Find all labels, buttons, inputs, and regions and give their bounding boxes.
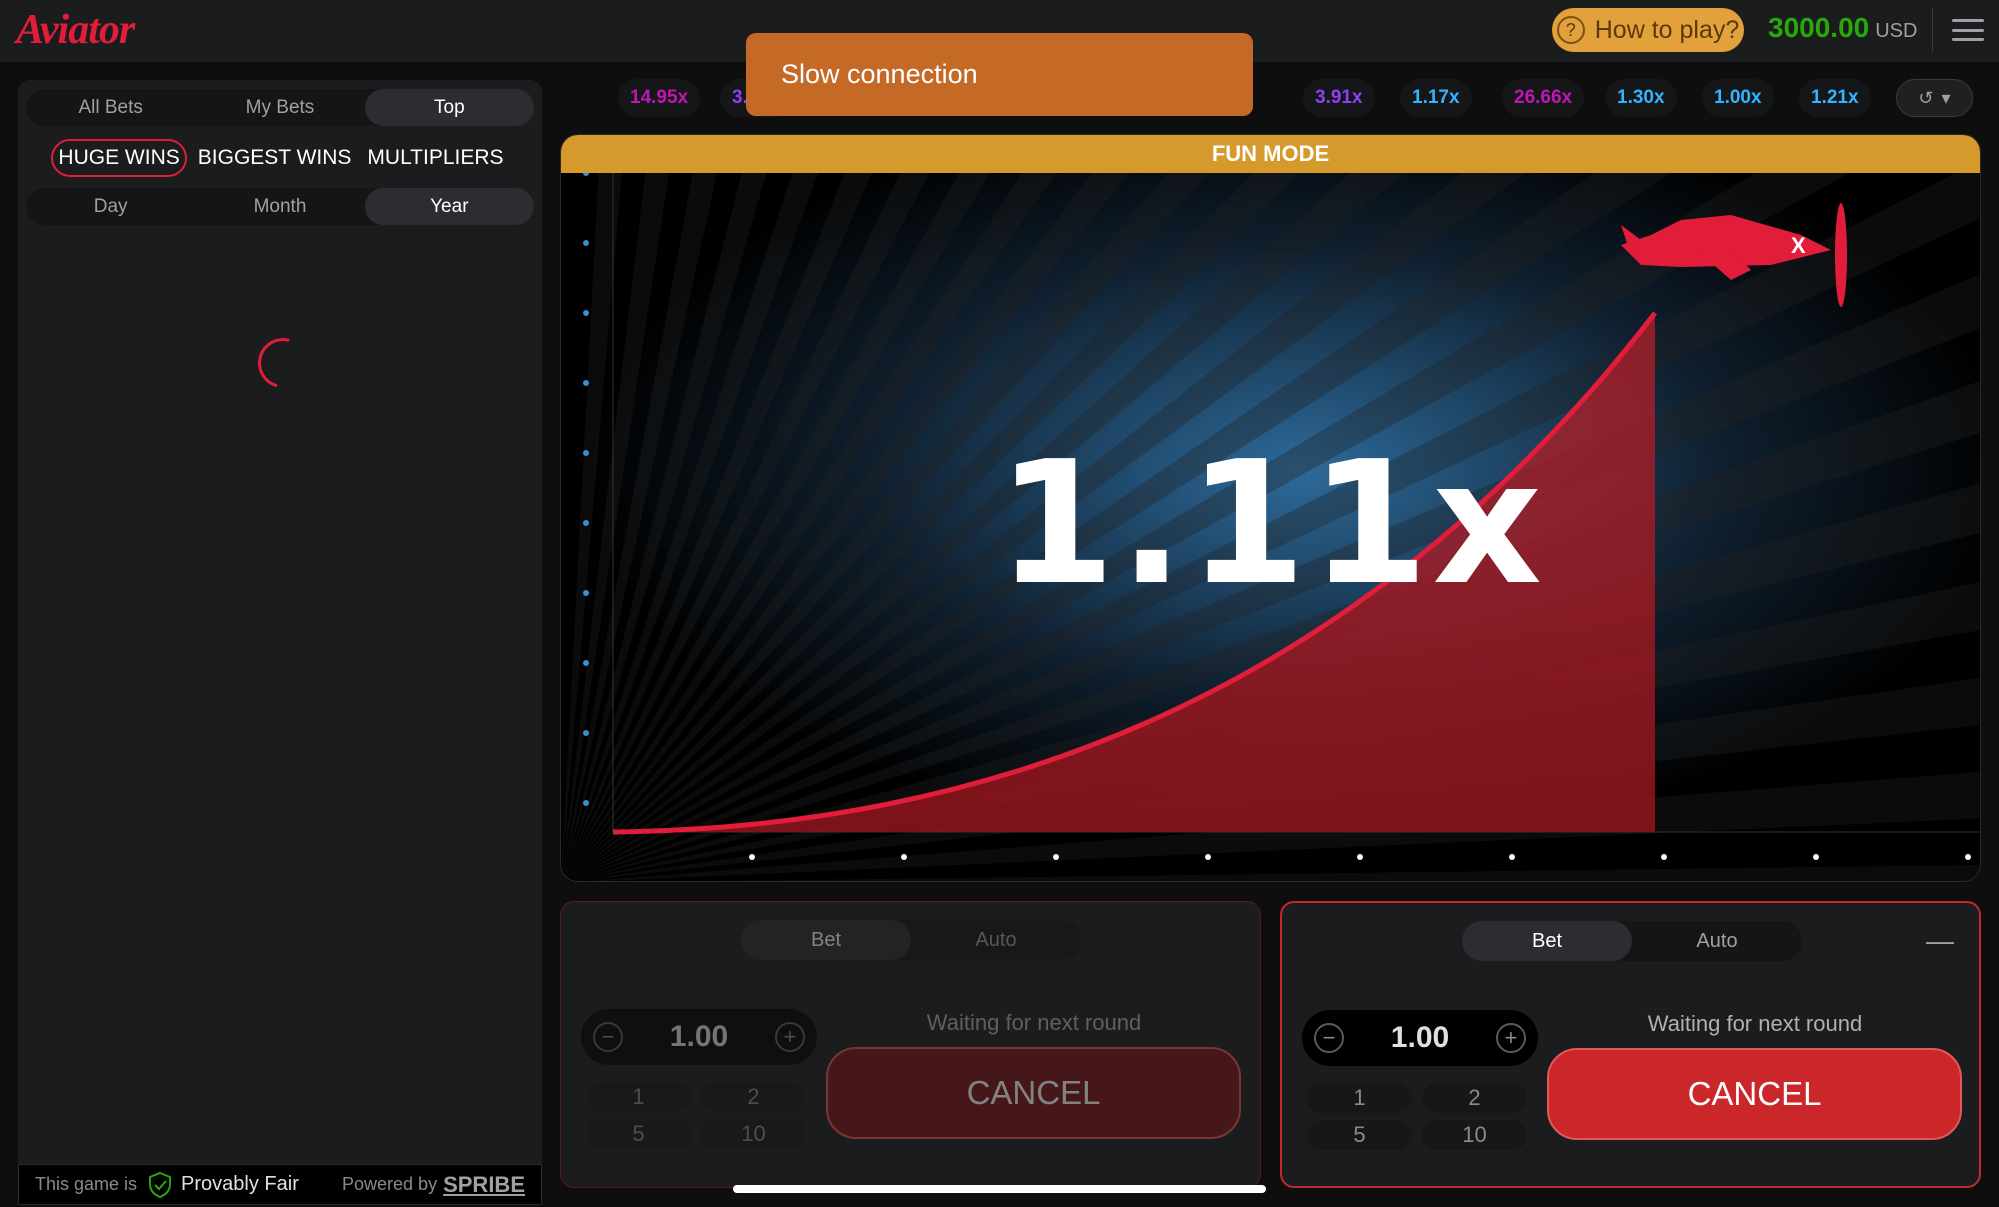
y-dot (583, 730, 589, 736)
quick-amount-1[interactable]: 1 (586, 1082, 691, 1112)
x-dot (749, 854, 755, 860)
bet-mode-tabs: Bet Auto (1462, 921, 1802, 961)
y-dot (583, 240, 589, 246)
quick-amount-1[interactable]: 1 (1307, 1083, 1412, 1113)
balance: 3000.00 USD (1768, 12, 1917, 44)
y-dot (583, 310, 589, 316)
period-month[interactable]: Month (195, 188, 364, 225)
multiplier-chip[interactable]: 1.17x (1400, 79, 1472, 117)
y-dot (583, 800, 589, 806)
x-dot (901, 854, 907, 860)
shield-check-icon (149, 1171, 172, 1198)
how-to-play-label: How to play? (1594, 15, 1740, 44)
multiplier-chip[interactable]: 1.00x (1702, 79, 1774, 117)
history-icon: ↺ (1918, 87, 1934, 108)
bet-amount[interactable]: 1.00 (1391, 1021, 1449, 1055)
multiplier-chip[interactable]: 3.91x (1303, 79, 1375, 117)
top-filters: HUGE WINS BIGGEST WINS MULTIPLIERS (18, 138, 542, 178)
question-icon: ? (1556, 16, 1585, 44)
multiplier-chip[interactable]: 26.66x (1502, 79, 1585, 117)
filter-huge-wins[interactable]: HUGE WINS (51, 139, 187, 177)
quick-amount-5[interactable]: 5 (1307, 1120, 1412, 1150)
filter-biggest-wins[interactable]: BIGGEST WINS (193, 141, 357, 175)
tab-bet[interactable]: Bet (1462, 921, 1632, 961)
bet-panel-1: Bet Auto − 1.00 + 1 2 5 10 Waiting for n… (560, 901, 1261, 1188)
tab-top[interactable]: Top (364, 89, 534, 126)
y-dot (583, 660, 589, 666)
powered-by: Powered by (342, 1174, 438, 1194)
period-day[interactable]: Day (26, 188, 195, 225)
game-canvas: X FUN MODE 1.11x (560, 134, 1981, 882)
period-tabs: Day Month Year (26, 188, 534, 225)
quick-amount-10[interactable]: 10 (1422, 1120, 1527, 1150)
slow-connection-toast: Slow connection (746, 33, 1253, 116)
y-dot (583, 380, 589, 386)
bet-amount-stepper[interactable]: − 1.00 + (1302, 1010, 1538, 1066)
fun-mode-banner: FUN MODE (561, 135, 1980, 173)
tab-bet[interactable]: Bet (741, 920, 911, 960)
loading-spinner-icon (248, 328, 318, 398)
bet-panel-2: Bet Auto — − 1.00 + 1 2 5 10 Waiting for… (1280, 901, 1981, 1188)
tab-auto[interactable]: Auto (1632, 921, 1802, 961)
x-dot (1357, 854, 1363, 860)
provably-fair-link[interactable]: Provably Fair (181, 1173, 299, 1196)
status-text: Waiting for next round (926, 1010, 1142, 1035)
x-dot (1205, 854, 1211, 860)
x-dot (1661, 854, 1667, 860)
x-dot (1965, 854, 1971, 860)
how-to-play-button[interactable]: ? How to play? (1552, 8, 1744, 52)
provably-prefix: This game is (35, 1174, 138, 1194)
balance-amount: 3000.00 (1768, 12, 1870, 43)
divider (1932, 8, 1933, 52)
tab-all-bets[interactable]: All Bets (26, 89, 195, 126)
chevron-down-icon: ▾ (1941, 87, 1951, 108)
svg-text:X: X (1791, 233, 1806, 258)
minus-icon[interactable]: − (593, 1022, 623, 1052)
filter-multipliers[interactable]: MULTIPLIERS (362, 141, 508, 175)
aviator-logo: Aviator (16, 7, 135, 53)
minus-icon[interactable]: − (1314, 1023, 1344, 1053)
currency: USD (1875, 20, 1918, 42)
tab-my-bets[interactable]: My Bets (195, 89, 364, 126)
quick-amount-5[interactable]: 5 (586, 1119, 691, 1149)
multiplier-chip[interactable]: 14.95x (618, 79, 701, 117)
cancel-button[interactable]: CANCEL (1547, 1048, 1962, 1140)
bet-amount[interactable]: 1.00 (670, 1020, 728, 1054)
tab-auto[interactable]: Auto (911, 920, 1081, 960)
bets-tabs: All Bets My Bets Top (26, 89, 534, 126)
bets-sidebar: All Bets My Bets Top HUGE WINS BIGGEST W… (18, 80, 542, 1205)
spribe-logo: SPRIBE (443, 1171, 525, 1197)
plus-icon[interactable]: + (774, 1022, 805, 1052)
bet-amount-stepper[interactable]: − 1.00 + (581, 1009, 817, 1065)
status-text: Waiting for next round (1647, 1011, 1863, 1036)
quick-amount-10[interactable]: 10 (701, 1119, 806, 1149)
current-multiplier: 1.11x (996, 425, 1547, 623)
home-indicator[interactable] (733, 1185, 1266, 1193)
remove-panel-icon[interactable]: — (1921, 921, 1959, 961)
quick-amount-2[interactable]: 2 (701, 1082, 806, 1112)
multiplier-chip[interactable]: 1.21x (1799, 79, 1871, 117)
history-toggle-button[interactable]: ↺ ▾ (1896, 79, 1973, 117)
period-year[interactable]: Year (364, 188, 534, 225)
plus-icon[interactable]: + (1495, 1023, 1526, 1053)
cancel-button[interactable]: CANCEL (826, 1047, 1241, 1139)
x-dot (1053, 854, 1059, 860)
multiplier-chip[interactable]: 1.30x (1605, 79, 1677, 117)
bet-mode-tabs: Bet Auto (741, 920, 1081, 960)
x-dot (1509, 854, 1515, 860)
hamburger-menu-icon[interactable] (1952, 19, 1984, 41)
sidebar-footer: This game is Provably Fair Powered by SP… (18, 1164, 542, 1205)
x-dot (1813, 854, 1819, 860)
quick-amount-2[interactable]: 2 (1422, 1083, 1527, 1113)
